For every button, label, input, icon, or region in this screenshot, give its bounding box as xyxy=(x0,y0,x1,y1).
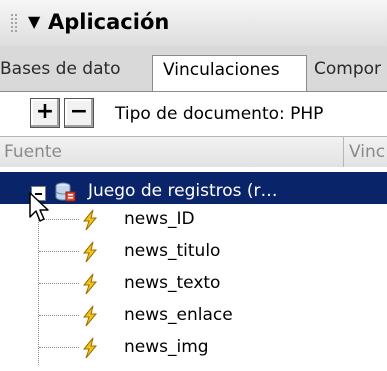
remove-binding-button[interactable]: − xyxy=(64,98,94,128)
tab-components[interactable]: Compor xyxy=(314,59,387,89)
bindings-panel: ▼ Aplicación Bases de dato Compor Vincul… xyxy=(0,0,387,371)
tab-databases[interactable]: Bases de dato xyxy=(0,59,152,89)
field-row[interactable]: news_enlace xyxy=(0,300,387,332)
recordset-label: Juego de registros (r… xyxy=(88,181,278,201)
toolbar: + − Tipo de documento: PHP xyxy=(0,92,387,136)
field-row[interactable]: news_ID xyxy=(0,204,387,236)
panel-title: Aplicación xyxy=(48,10,170,34)
tree-branch-line xyxy=(39,315,79,316)
tree-branch-line xyxy=(39,283,79,284)
tab-bar: Bases de dato Compor Vinculaciones xyxy=(0,46,387,92)
lightning-bolt-icon xyxy=(82,337,98,359)
field-label: news_enlace xyxy=(124,305,233,325)
add-binding-button[interactable]: + xyxy=(30,98,60,128)
lightning-bolt-icon xyxy=(82,305,98,327)
column-binding-header[interactable]: Vinc xyxy=(349,142,385,162)
field-label: news_ID xyxy=(124,209,195,229)
collapse-arrow-icon[interactable]: ▼ xyxy=(28,12,40,31)
bindings-tree: Juego de registros (r… news_ID news_titu… xyxy=(0,167,387,371)
column-header: Fuente Vinc xyxy=(0,136,387,168)
tab-bindings[interactable]: Vinculaciones xyxy=(152,55,307,91)
field-label: news_img xyxy=(124,337,209,357)
field-row[interactable]: news_titulo xyxy=(0,236,387,268)
tree-branch-line xyxy=(39,251,79,252)
recordset-row[interactable]: Juego de registros (r… xyxy=(0,172,387,204)
panel-title-bar[interactable]: ▼ Aplicación xyxy=(0,0,387,47)
tree-branch-line xyxy=(39,347,79,348)
lightning-bolt-icon xyxy=(82,241,98,263)
column-divider[interactable] xyxy=(343,137,344,167)
lightning-bolt-icon xyxy=(82,209,98,231)
lightning-bolt-icon xyxy=(82,273,98,295)
field-label: news_titulo xyxy=(124,241,221,261)
mouse-cursor-icon xyxy=(29,192,49,222)
column-source-header[interactable]: Fuente xyxy=(4,142,62,162)
field-label: news_texto xyxy=(124,273,221,293)
drag-grip-icon[interactable] xyxy=(10,13,17,33)
field-row[interactable]: news_texto xyxy=(0,268,387,300)
field-row[interactable]: news_img xyxy=(0,332,387,364)
document-type-label: Tipo de documento: PHP xyxy=(115,104,324,124)
database-icon xyxy=(55,182,76,202)
